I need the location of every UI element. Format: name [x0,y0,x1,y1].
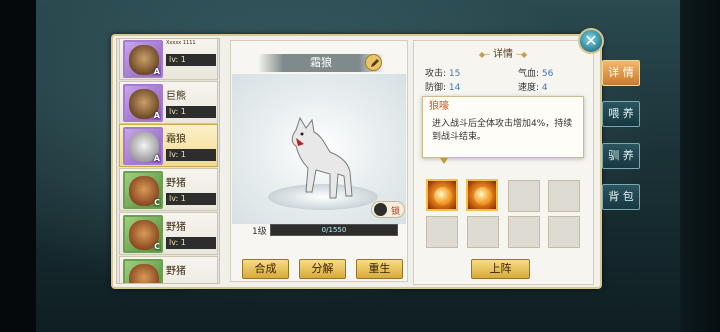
stat-defense-label: 防御: [425,83,447,93]
pet-level: lv: 1 [166,193,216,205]
stat-attack-label: 攻击: [425,69,447,79]
skill-slot-empty[interactable] [508,180,540,212]
pet-list-item[interactable]: A 巨熊 lv: 1 [119,81,218,124]
flourish-left-icon: ◆─ [478,50,490,59]
pet-name: 霜狼 [166,134,186,145]
stat-attack-value: 15 [448,69,461,79]
pet-level: lv: 1 [166,54,216,66]
detail-title-text: 详情 [493,49,513,60]
detail-title: ◆─ 详情 ─◆ [455,47,551,63]
boar-portrait-icon [129,264,159,283]
background-pillar-right [680,0,720,332]
lock-label: 锁 [391,207,401,217]
stat-hp: 气血: 56 [518,66,553,79]
tab-bag[interactable]: 背 包 [602,184,640,210]
pet-name: 野猪 [166,178,186,189]
pet-list-item-selected[interactable]: A 霜狼 lv: 1 [119,124,218,167]
lock-button[interactable]: 锁 [371,201,405,218]
skill-slot-wolf-howl[interactable] [426,179,458,211]
tab-details[interactable]: 详 情 [602,60,640,86]
pet-list-item[interactable]: A Xxxxx 1111 lv: 1 [119,39,218,80]
stat-speed: 速度: 4 [518,80,548,93]
stat-defense-value: 14 [448,83,461,93]
pet-level-label: 1级 [252,227,267,237]
pet-grade: C [154,198,160,207]
flourish-right-icon: ─◆ [516,50,528,59]
skill-tooltip-text: 进入战斗后全体攻击增加4%，持续到战斗结束。 [432,119,573,142]
pet-list-item[interactable]: C 野猪 lv: 1 [119,212,218,255]
pet-name: 野猪 [166,266,186,277]
tab-train[interactable]: 驯 养 [602,143,640,169]
pet-name: 巨熊 [166,91,186,102]
pet-list-item[interactable]: 野猪 [119,256,218,283]
edit-name-icon[interactable] [365,54,382,71]
pet-grade: A [153,111,160,120]
stat-defense: 防御: 14 [425,80,460,93]
tooltip-pointer-icon [440,158,448,164]
stat-hp-value: 56 [541,69,554,79]
tab-feed[interactable]: 喂 养 [602,101,640,127]
skill-slot[interactable] [466,179,498,211]
stat-speed-label: 速度: [518,83,540,93]
pet-portrait [123,259,163,283]
skill-tooltip-title: 狼嚎 [429,101,449,112]
decompose-button[interactable]: 分解 [299,259,346,279]
rebirth-button[interactable]: 重生 [356,259,403,279]
frost-wolf-model[interactable] [282,112,362,204]
merge-button[interactable]: 合成 [242,259,289,279]
close-button[interactable]: ✕ [578,28,604,54]
skill-slot-empty[interactable] [548,216,580,248]
pet-grade: A [153,154,160,163]
pet-level: lv: 1 [166,106,216,118]
deploy-button[interactable]: 上阵 [471,259,530,279]
fire-skill-icon [474,187,492,205]
pet-name: 野猪 [166,222,186,233]
pet-grade: C [154,242,160,251]
pet-portrait: A [123,127,163,165]
pet-grade: A [153,67,160,76]
fire-skill-icon [434,187,452,205]
stat-speed-value: 4 [541,83,548,93]
skill-slot-empty[interactable] [548,180,580,212]
pet-portrait: A [123,40,163,78]
pet-list-item[interactable]: C 野猪 lv: 1 [119,168,218,211]
close-icon: ✕ [584,31,598,50]
pet-name: Xxxxx 1111 [166,40,196,46]
skill-slot-empty[interactable] [467,216,499,248]
stat-hp-label: 气血: [518,69,540,79]
pet-portrait: A [123,84,163,122]
skill-slot-empty[interactable] [508,216,540,248]
pet-level: lv: 1 [166,237,216,249]
pet-portrait: C [123,171,163,209]
pet-level: lv: 1 [166,149,216,161]
pet-portrait: C [123,215,163,253]
lock-icon [374,203,387,216]
exp-text: 0/1550 [321,226,347,234]
pet-list[interactable]: A Xxxxx 1111 lv: 1 A 巨熊 lv: 1 A 霜狼 lv: 1… [116,38,220,284]
background-pillar-left [0,0,36,332]
stat-attack: 攻击: 15 [425,66,460,79]
skill-slot-empty[interactable] [426,216,458,248]
